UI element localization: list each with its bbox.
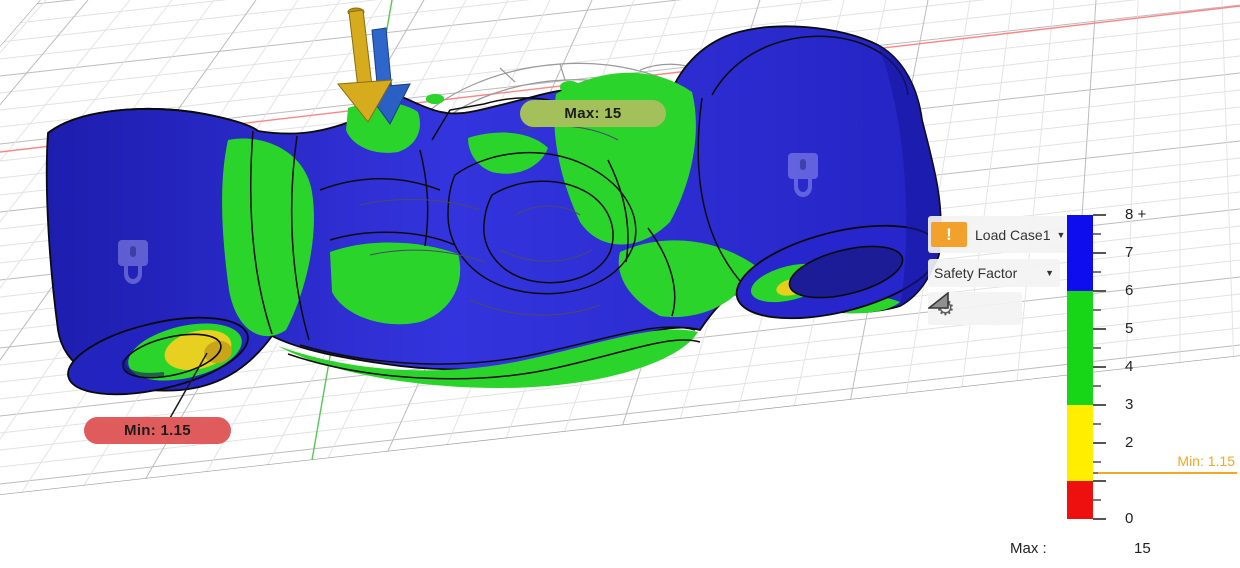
simulation-viewport[interactable]: Max: 15 Min: 1.15 ! Load Case1 ▼ Safety … <box>0 0 1240 568</box>
legend-tick-label: 8 + <box>1125 206 1147 223</box>
legend-segment-red <box>1067 481 1093 519</box>
legend-tick-label: 2 <box>1125 434 1134 451</box>
legend-tick-label: 3 <box>1125 396 1134 413</box>
legend-segment-yellow <box>1067 405 1093 481</box>
legend-tick-label: 6 <box>1125 282 1134 299</box>
legend-tick-label: 5 <box>1125 320 1134 337</box>
legend-tick-label: 0 <box>1125 510 1134 527</box>
result-toolbar: ⚙ <box>928 292 1022 325</box>
legend-segment-green <box>1067 291 1093 405</box>
legend-ticks <box>1093 214 1106 520</box>
legend-tick-label: 4 <box>1125 358 1134 375</box>
min-marker-line <box>1098 472 1237 474</box>
chevron-down-icon: ▼ <box>1045 268 1054 278</box>
legend-style-icon[interactable] <box>928 292 950 310</box>
result-type-dropdown[interactable]: Safety Factor ▼ <box>928 259 1060 287</box>
load-case-label: Load Case1 <box>975 226 1051 243</box>
min-marker-label: Min: 1.15 <box>1177 453 1235 469</box>
load-case-dropdown[interactable]: ! Load Case1 ▼ <box>928 216 1073 253</box>
legend-tick-label: 7 <box>1125 244 1134 261</box>
min-badge: Min: 1.15 <box>84 417 231 444</box>
legend-footer-value: 15 <box>1134 540 1151 557</box>
legend-segment-blue <box>1067 215 1093 291</box>
legend-footer-label: Max : <box>1010 540 1047 557</box>
warning-icon[interactable]: ! <box>931 222 967 247</box>
result-type-label: Safety Factor <box>934 265 1018 281</box>
chevron-down-icon: ▼ <box>1056 229 1066 240</box>
max-badge: Max: 15 <box>520 100 666 127</box>
